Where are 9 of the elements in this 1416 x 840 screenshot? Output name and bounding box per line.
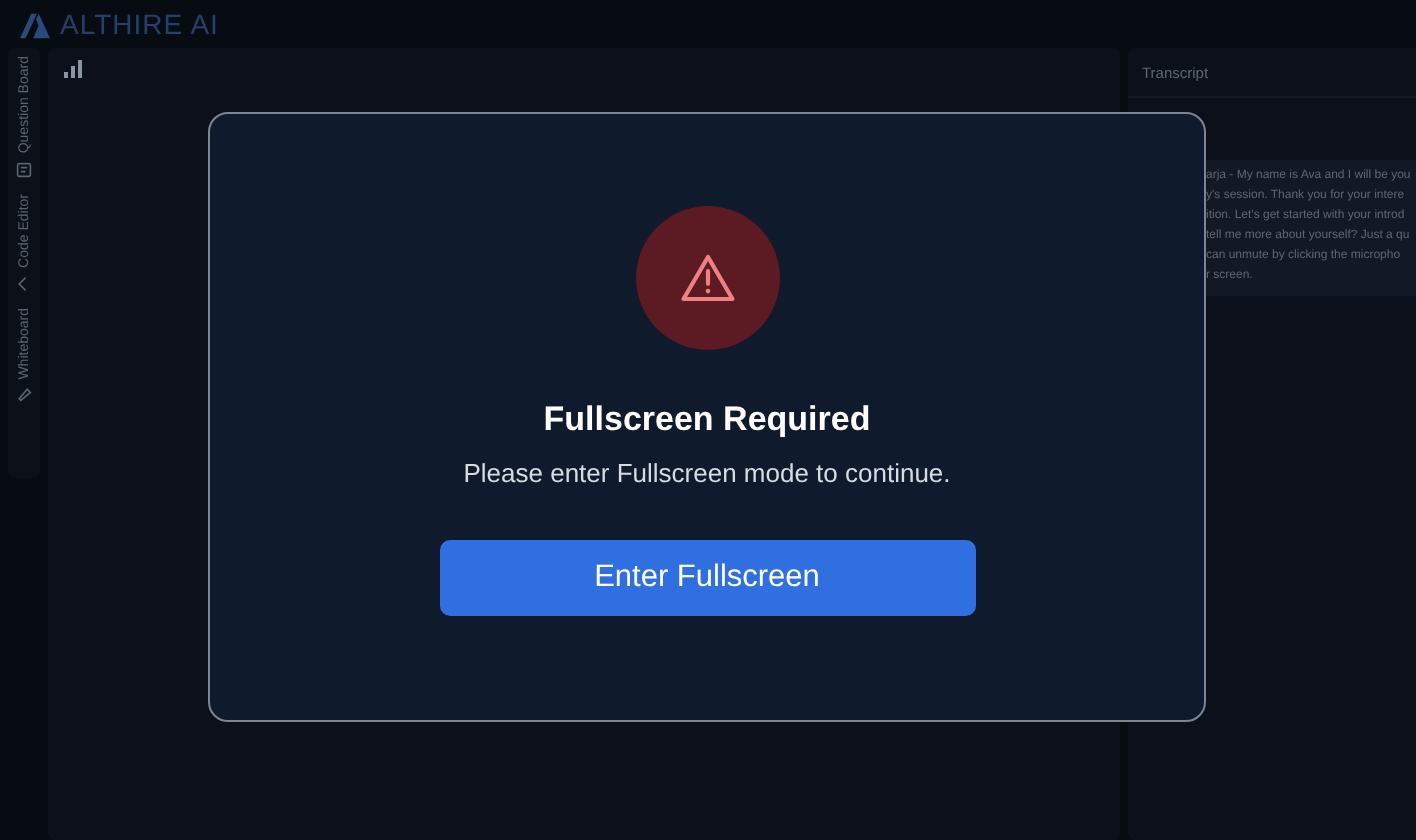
brush-icon	[16, 386, 32, 403]
enter-fullscreen-button[interactable]: Enter Fullscreen	[439, 540, 975, 616]
dialog-title: Fullscreen Required	[543, 400, 871, 440]
dialog-message: Please enter Fullscreen mode to continue.	[463, 458, 951, 488]
warning-icon	[679, 252, 735, 304]
board-icon	[16, 161, 32, 178]
logo-text: ALTHIRE AI	[60, 8, 219, 40]
logo-icon	[18, 9, 52, 39]
signal-icon	[64, 60, 82, 78]
